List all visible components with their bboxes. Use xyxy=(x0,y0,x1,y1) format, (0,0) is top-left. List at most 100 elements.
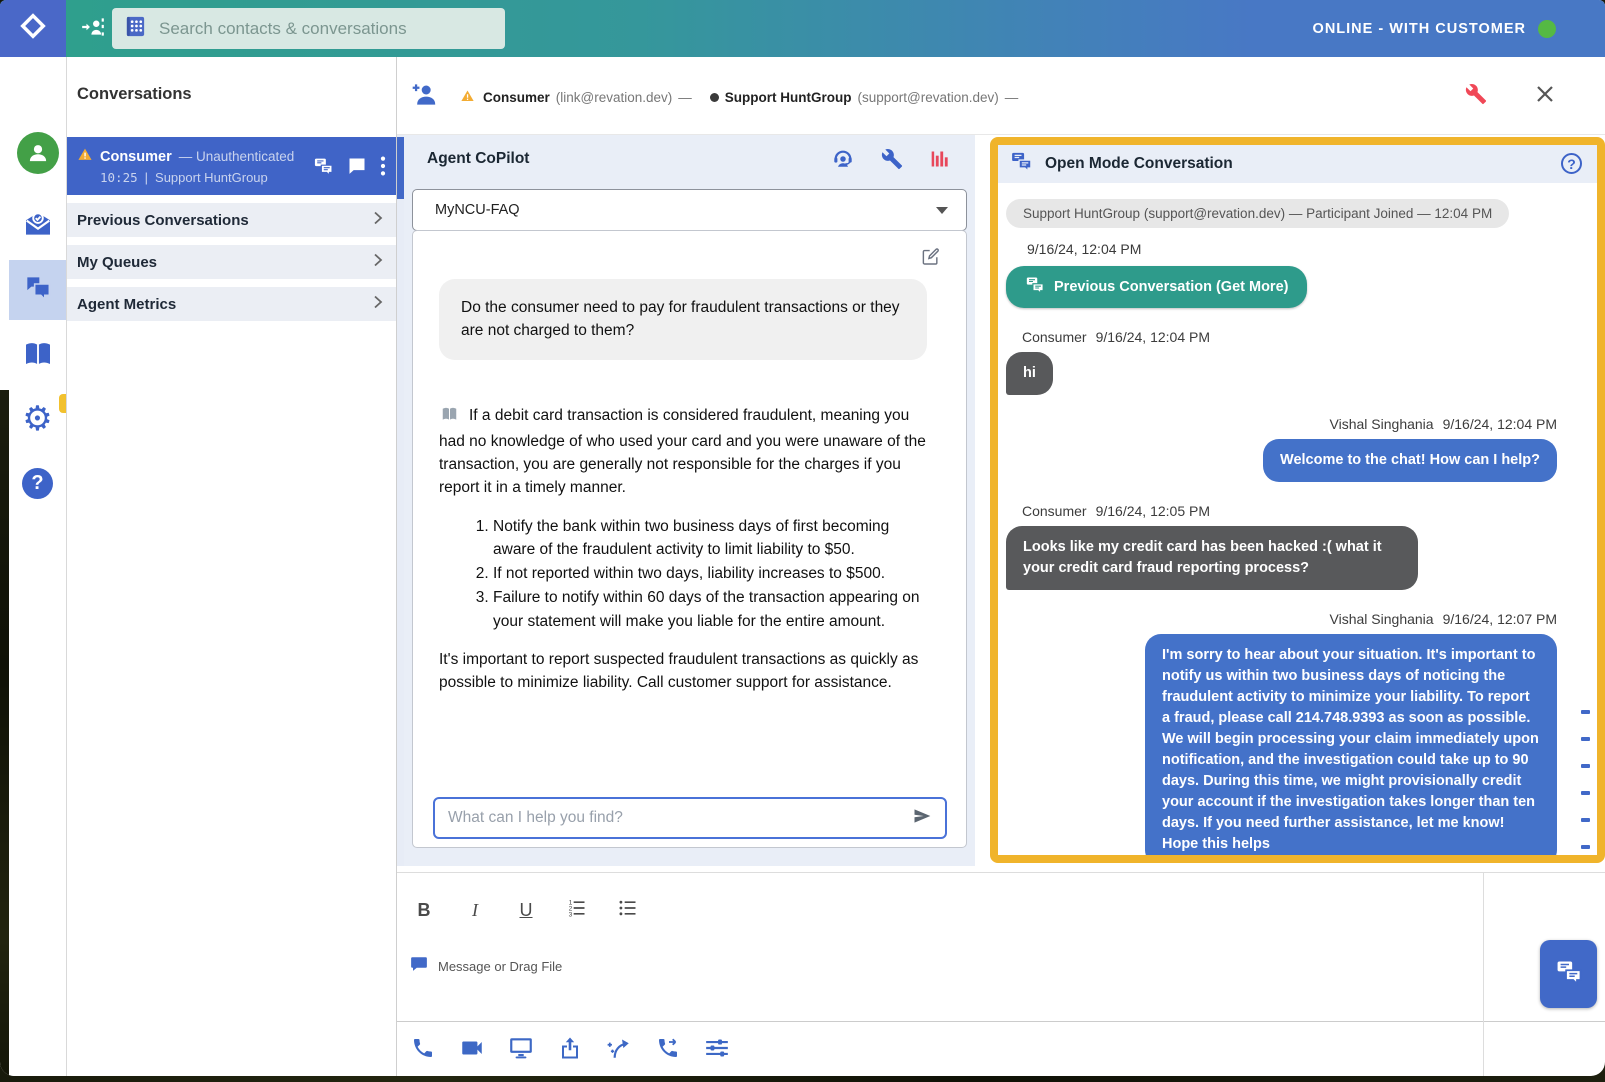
nav-my-queues[interactable]: My Queues xyxy=(67,245,396,279)
status-dot xyxy=(1538,20,1556,38)
message-placeholder: Message or Drag File xyxy=(438,959,562,974)
nav-previous-conversations[interactable]: Previous Conversations xyxy=(67,203,396,237)
conversation-transfer-icon[interactable] xyxy=(313,156,334,182)
video-call-icon[interactable] xyxy=(459,1035,485,1061)
callbar-divider xyxy=(397,1021,1605,1022)
chat-message-incoming: Consumer9/16/24, 12:04 PMhi xyxy=(1006,329,1557,395)
add-contact-button[interactable] xyxy=(78,14,108,44)
help-outline-icon[interactable]: ? xyxy=(1561,153,1582,174)
message-compose-area[interactable]: Message or Drag File xyxy=(409,955,562,978)
bullet-list-button[interactable] xyxy=(616,898,640,923)
more-options-icon[interactable] xyxy=(380,155,386,182)
dropdown-value: MyNCU-FAQ xyxy=(435,202,520,218)
participant-consumer-email: (link@revation.dev) xyxy=(556,90,673,105)
participant-consumer: Consumer xyxy=(483,90,550,105)
close-icon[interactable] xyxy=(1535,84,1555,109)
format-toolbar: B I U 123 xyxy=(412,898,640,923)
screen-share-icon[interactable] xyxy=(508,1035,534,1061)
chat-message-outgoing: Vishal Singhania9/16/24, 12:07 PM I'm sor… xyxy=(1006,611,1557,855)
conversation-transfer-icon xyxy=(1010,150,1033,178)
knowledge-book-icon xyxy=(439,410,460,427)
dialpad-icon xyxy=(124,15,147,43)
previous-conversation-button[interactable]: Previous Conversation (Get More) xyxy=(1006,266,1307,308)
conversation-timestamp: 9/16/24, 12:04 PM xyxy=(1027,241,1557,257)
support-agent-icon[interactable] xyxy=(832,148,854,175)
sidebar-item-settings[interactable]: ⚙ 1 xyxy=(9,397,66,441)
copilot-input-box[interactable] xyxy=(433,797,947,839)
avatar xyxy=(17,132,59,174)
phone-call-icon[interactable] xyxy=(410,1035,436,1061)
message-sender-row: Vishal Singhania9/16/24, 12:07 PM xyxy=(1330,611,1557,627)
copilot-wrench-icon[interactable] xyxy=(881,148,903,175)
knowledgebase-dropdown[interactable]: MyNCU-FAQ xyxy=(412,189,967,231)
conversation-timer: 10:25 xyxy=(100,170,138,185)
status-text: ONLINE - WITH CUSTOMER xyxy=(1313,21,1526,37)
warning-icon xyxy=(460,89,475,106)
ordered-list-button[interactable]: 123 xyxy=(565,898,589,923)
answer-outro: It's important to report suspected fraud… xyxy=(439,648,937,695)
message-sender: Consumer xyxy=(1022,503,1087,519)
ai-redirect-icon[interactable] xyxy=(606,1035,632,1061)
conversation-status: — Unauthenticated xyxy=(179,149,295,164)
open-conversation-button[interactable] xyxy=(1540,940,1597,1008)
message-bubble: I'm sorry to hear about your situation. … xyxy=(1145,634,1557,855)
message-time: 9/16/24, 12:04 PM xyxy=(1443,416,1557,432)
add-participant-icon[interactable] xyxy=(411,81,438,113)
settings-sliders-icon[interactable] xyxy=(704,1035,730,1061)
sidebar-item-help[interactable]: ? xyxy=(9,463,66,503)
warning-icon xyxy=(77,147,93,166)
agent-status[interactable]: ONLINE - WITH CUSTOMER xyxy=(1313,0,1556,57)
copilot-input[interactable] xyxy=(448,809,911,827)
sidebar-item-conversations[interactable] xyxy=(9,270,66,310)
fab-column-divider xyxy=(1483,872,1484,1076)
italic-button[interactable]: I xyxy=(463,900,487,921)
participant-group: Support HuntGroup xyxy=(725,90,852,105)
chat-bubbles-icon xyxy=(22,272,54,309)
message-time: 9/16/24, 12:04 PM xyxy=(1096,329,1210,345)
scrollbar-thumb[interactable] xyxy=(397,137,404,199)
conversation-row-consumer[interactable]: Consumer — Unauthenticated 10:25 | Suppo… xyxy=(67,137,396,195)
tools-wrench-icon[interactable] xyxy=(1465,83,1487,110)
file-share-icon[interactable] xyxy=(557,1035,583,1061)
sidebar-item-library[interactable] xyxy=(9,337,66,375)
open-mode-scrollbar[interactable] xyxy=(1581,145,1591,855)
open-mode-title: Open Mode Conversation xyxy=(1045,155,1233,173)
global-search[interactable] xyxy=(112,8,505,49)
bold-button[interactable]: B xyxy=(412,900,436,921)
app-logo[interactable] xyxy=(0,0,66,57)
sidebar-item-inbox[interactable] xyxy=(9,207,66,245)
left-icon-bar: ⚙ 1 ? xyxy=(9,57,66,1076)
app-window: ONLINE - WITH CUSTOMER xyxy=(0,0,1605,1076)
conversation-transfer-icon xyxy=(1025,275,1045,299)
top-bar: ONLINE - WITH CUSTOMER xyxy=(0,0,1605,57)
chart-library-icon[interactable] xyxy=(930,149,950,174)
inbox-check-icon xyxy=(22,208,54,245)
call-transfer-icon[interactable] xyxy=(655,1035,681,1061)
conversation-name: Consumer xyxy=(100,149,172,165)
chat-message-incoming: Consumer9/16/24, 12:05 PMLooks like my c… xyxy=(1006,503,1557,590)
agent-copilot-panel: Agent CoPilot MyNCU-FAQ xyxy=(404,135,975,866)
copilot-chat-card: Do the consumer need to pay for fraudule… xyxy=(412,230,967,848)
system-message: Support HuntGroup (support@revation.dev)… xyxy=(1006,199,1509,228)
search-input[interactable] xyxy=(159,19,459,39)
chevron-right-icon xyxy=(372,295,384,314)
copilot-answer: If a debit card transaction is considere… xyxy=(439,404,937,500)
message-sender-row: Consumer9/16/24, 12:04 PM xyxy=(1022,329,1557,345)
conversations-panel: Conversations Consumer — Unauthenticated… xyxy=(67,57,396,1076)
chat-icon[interactable] xyxy=(347,156,367,181)
underline-button[interactable]: U xyxy=(514,900,538,921)
openmode-messages: Consumer9/16/24, 12:04 PMhi Vishal Singha… xyxy=(1006,329,1557,855)
copilot-answer-list: Notify the bank within two business days… xyxy=(471,515,921,633)
message-time: 9/16/24, 12:07 PM xyxy=(1443,611,1557,627)
chat-message-outgoing: Vishal Singhania9/16/24, 12:04 PMWelcome… xyxy=(1006,416,1557,482)
message-sender-row: Consumer9/16/24, 12:05 PM xyxy=(1022,503,1557,519)
sidebar-item-profile[interactable] xyxy=(9,132,66,174)
copilot-scrollbar[interactable] xyxy=(397,135,404,866)
message-bubble-icon xyxy=(409,955,429,978)
chevron-right-icon xyxy=(372,211,384,230)
diamond-logo-icon xyxy=(20,13,46,44)
send-icon[interactable] xyxy=(911,806,933,831)
new-chat-icon[interactable] xyxy=(921,247,940,271)
answer-intro: If a debit card transaction is considere… xyxy=(439,407,926,497)
nav-agent-metrics[interactable]: Agent Metrics xyxy=(67,287,396,321)
